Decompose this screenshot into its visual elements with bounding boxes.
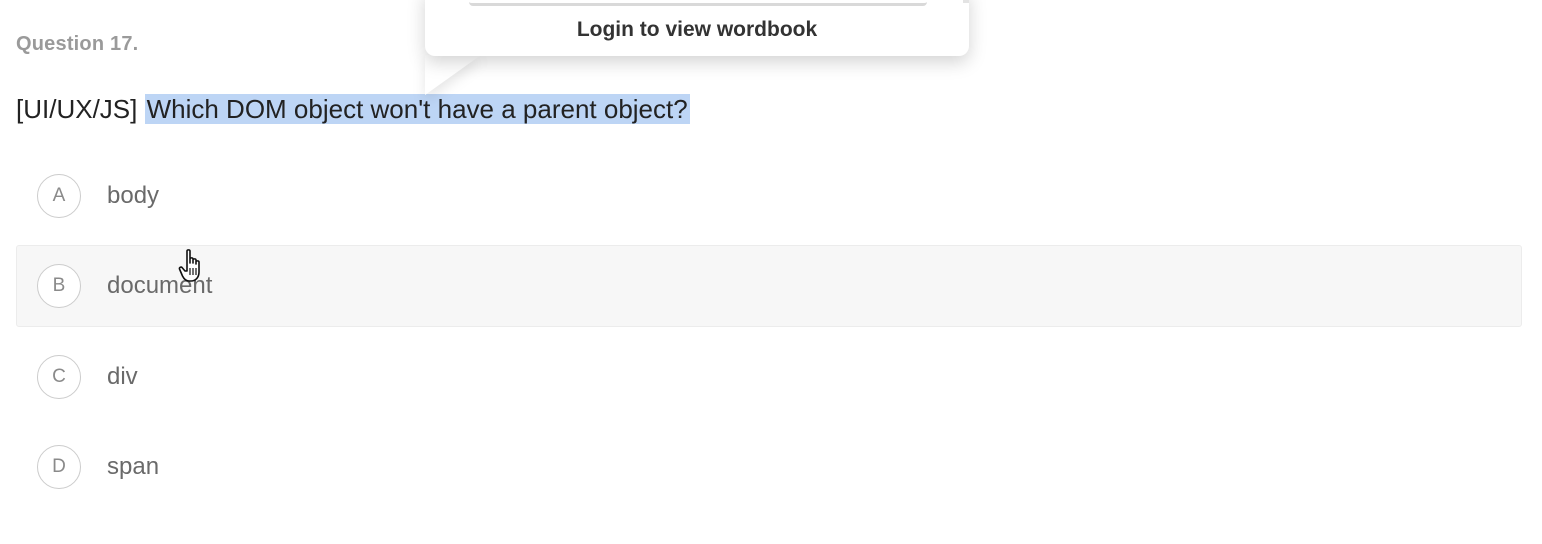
option-letter: B [37, 264, 81, 308]
option-letter: C [37, 355, 81, 399]
wordbook-tooltip: Login to view wordbook [425, 0, 969, 56]
hand-pointer-icon [178, 249, 200, 282]
option-c[interactable]: C div [16, 336, 1522, 418]
option-letter: A [37, 174, 81, 218]
option-b[interactable]: B document [16, 245, 1522, 327]
option-d[interactable]: D span [16, 426, 1522, 508]
question-selected-text[interactable]: Which DOM object won't have a parent obj… [144, 94, 690, 124]
question-number: Question 17. [16, 33, 139, 55]
option-a[interactable]: A body [16, 155, 1522, 237]
option-label: span [107, 453, 160, 480]
tooltip-pointer [425, 55, 481, 95]
quiz-page: Question 17. [UI/UX/JS] Which DOM object… [0, 0, 1542, 544]
option-label: body [107, 182, 160, 209]
tooltip-scrollbar [963, 0, 969, 3]
option-letter: D [37, 445, 81, 489]
question-prefix: [UI/UX/JS] [16, 94, 145, 124]
login-wordbook-link[interactable]: Login to view wordbook [425, 18, 969, 42]
option-label: div [107, 363, 138, 390]
tooltip-input-bar[interactable] [469, 0, 927, 6]
question-text: [UI/UX/JS] Which DOM object won't have a… [16, 90, 690, 128]
